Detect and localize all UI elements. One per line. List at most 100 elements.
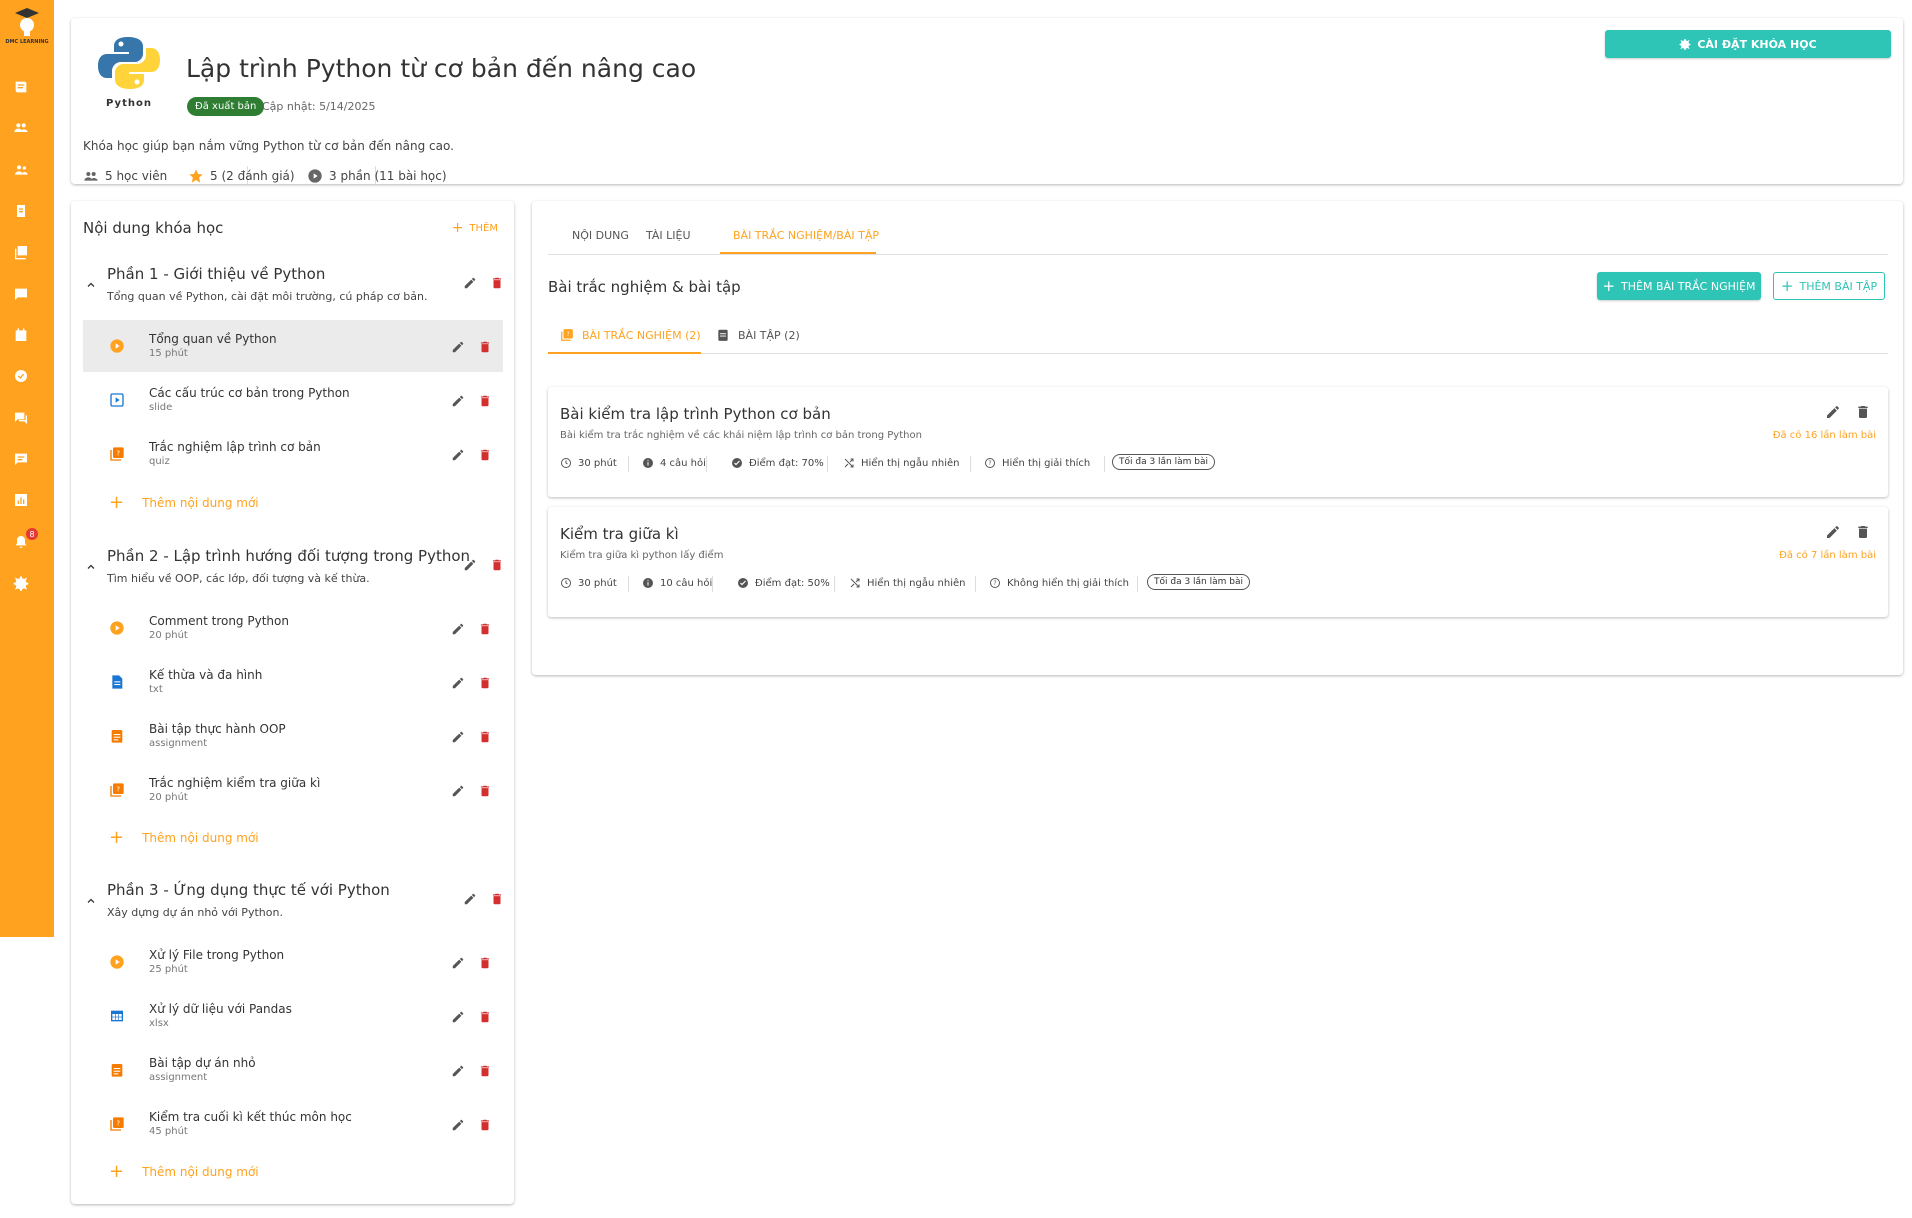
star-icon: [189, 169, 203, 183]
quiz-icon[interactable]: [11, 242, 31, 262]
delete-icon[interactable]: [478, 1063, 492, 1077]
edit-icon[interactable]: [451, 783, 465, 797]
question-count-text: 10 câu hỏi: [660, 577, 713, 589]
app-logo[interactable]: DMC LEARNING: [5, 6, 49, 48]
lesson-meta: 25 phút: [149, 964, 188, 975]
tab-content[interactable]: NỘI DUNG: [572, 229, 629, 242]
people-icon[interactable]: [11, 160, 31, 180]
quiz-explanation: ? Không hiển thị giải thích: [989, 577, 1129, 589]
lesson-item[interactable]: Xử lý dữ liệu với Pandas xlsx: [83, 990, 503, 1042]
lesson-item[interactable]: ? Kiểm tra cuối kì kết thúc môn học 45 p…: [83, 1098, 503, 1150]
edit-icon[interactable]: [451, 447, 465, 461]
status-badge: Đã xuất bản: [187, 97, 265, 116]
edit-icon[interactable]: [1825, 524, 1841, 540]
updated-date: Cập nhật: 5/14/2025: [262, 100, 376, 113]
slideshow-icon: [110, 393, 124, 407]
lesson-item[interactable]: Kế thừa và đa hình txt: [83, 656, 503, 708]
lesson-item[interactable]: Các cấu trúc cơ bản trong Python slide: [83, 374, 503, 426]
course-content-title: Nội dung khóa học: [83, 219, 224, 237]
subtab-quizzes[interactable]: ? BÀI TRẮC NGHIỆM (2): [560, 328, 701, 342]
chat-icon[interactable]: [11, 284, 31, 304]
edit-icon[interactable]: [451, 1117, 465, 1131]
quiz-card[interactable]: Bài kiểm tra lập trình Python cơ bản Bài…: [548, 387, 1888, 497]
subtab-assignments[interactable]: BÀI TẬP (2): [716, 328, 800, 342]
chevron-up-icon[interactable]: [85, 279, 97, 291]
rating-text: 5 (2 đánh giá): [210, 169, 295, 183]
chevron-up-icon[interactable]: [85, 895, 97, 907]
lesson-item[interactable]: Bài tập thực hành OOP assignment: [83, 710, 503, 762]
add-content-label: Thêm nội dung mới: [142, 831, 259, 845]
quiz-duration: 30 phút: [560, 457, 617, 469]
bar-chart-icon[interactable]: [11, 490, 31, 510]
add-content-button[interactable]: + Thêm nội dung mới: [109, 494, 259, 512]
course-description: Khóa học giúp bạn nắm vững Python từ cơ …: [83, 139, 454, 153]
delete-icon[interactable]: [1855, 404, 1871, 420]
clock-icon: [561, 578, 571, 588]
lesson-item[interactable]: Comment trong Python 20 phút: [83, 602, 503, 654]
delete-section-icon[interactable]: [490, 891, 504, 905]
chevron-up-icon[interactable]: [85, 561, 97, 573]
svg-text:?: ?: [117, 449, 121, 457]
edit-icon[interactable]: [1825, 404, 1841, 420]
edit-icon[interactable]: [451, 621, 465, 635]
assignment-icon[interactable]: [11, 201, 31, 221]
lesson-meta: assignment: [149, 1072, 208, 1083]
delete-icon[interactable]: [478, 447, 492, 461]
add-content-button[interactable]: + Thêm nội dung mới: [109, 829, 259, 847]
delete-section-icon[interactable]: [490, 557, 504, 571]
course-settings-button[interactable]: CÀI ĐẶT KHÓA HỌC: [1605, 30, 1891, 58]
quiz-icon: ?: [561, 329, 573, 341]
edit-icon[interactable]: [451, 1009, 465, 1023]
add-assignment-button[interactable]: + THÊM BÀI TẬP: [1773, 272, 1885, 300]
python-logo-icon: [98, 37, 160, 89]
edit-icon[interactable]: [451, 955, 465, 969]
delete-icon[interactable]: [478, 955, 492, 969]
tab-quizzes[interactable]: BÀI TRẮC NGHIỆM/BÀI TẬP: [733, 229, 879, 242]
lesson-item[interactable]: Xử lý File trong Python 25 phút: [83, 936, 503, 988]
delete-icon[interactable]: [478, 675, 492, 689]
lesson-item[interactable]: Tổng quan về Python 15 phút: [83, 320, 503, 372]
notification-badge: 8: [26, 528, 38, 540]
delete-icon[interactable]: [478, 783, 492, 797]
edit-section-icon[interactable]: [463, 557, 477, 571]
add-quiz-button[interactable]: + THÊM BÀI TRẮC NGHIỆM: [1597, 272, 1761, 300]
book-icon[interactable]: [11, 77, 31, 97]
calendar-icon[interactable]: [11, 325, 31, 345]
add-section-label: THÊM: [469, 222, 498, 234]
divider: [834, 576, 835, 592]
delete-icon[interactable]: [478, 621, 492, 635]
section-subtitle: Xây dựng dự án nhỏ với Python.: [107, 906, 283, 919]
check-circle-icon[interactable]: [11, 366, 31, 386]
tab-materials[interactable]: TÀI LIỆU: [646, 229, 691, 242]
delete-icon[interactable]: [478, 339, 492, 353]
gear-icon[interactable]: [11, 573, 31, 593]
edit-icon[interactable]: [451, 393, 465, 407]
group-icon[interactable]: [11, 118, 31, 138]
assignment-icon: [111, 1064, 123, 1077]
edit-section-icon[interactable]: [463, 275, 477, 289]
delete-icon[interactable]: [478, 1117, 492, 1131]
add-content-button[interactable]: + Thêm nội dung mới: [109, 1163, 259, 1181]
rating-stat: 5 (2 đánh giá): [188, 168, 295, 184]
delete-icon[interactable]: [478, 729, 492, 743]
lesson-meta: 45 phút: [149, 1126, 188, 1137]
info-icon: [643, 578, 653, 588]
lesson-item[interactable]: ? Trắc nghiệm lập trình cơ bản quiz: [83, 428, 503, 480]
edit-section-icon[interactable]: [463, 891, 477, 905]
edit-icon[interactable]: [451, 675, 465, 689]
edit-icon[interactable]: [451, 729, 465, 743]
edit-icon[interactable]: [451, 1063, 465, 1077]
lesson-item[interactable]: Bài tập dự án nhỏ assignment: [83, 1044, 503, 1096]
forum-icon[interactable]: [11, 408, 31, 428]
quiz-card[interactable]: Kiểm tra giữa kì Kiểm tra giữa kì python…: [548, 507, 1888, 617]
add-section-button[interactable]: + THÊM: [452, 220, 498, 236]
divider: [827, 456, 828, 472]
delete-section-icon[interactable]: [490, 275, 504, 289]
delete-icon[interactable]: [1855, 524, 1871, 540]
comment-icon[interactable]: [11, 449, 31, 469]
delete-icon[interactable]: [478, 393, 492, 407]
lesson-item[interactable]: ? Trắc nghiệm kiểm tra giữa kì 20 phút: [83, 764, 503, 816]
edit-icon[interactable]: [451, 339, 465, 353]
pass-score-text: Điểm đạt: 70%: [749, 457, 824, 469]
delete-icon[interactable]: [478, 1009, 492, 1023]
